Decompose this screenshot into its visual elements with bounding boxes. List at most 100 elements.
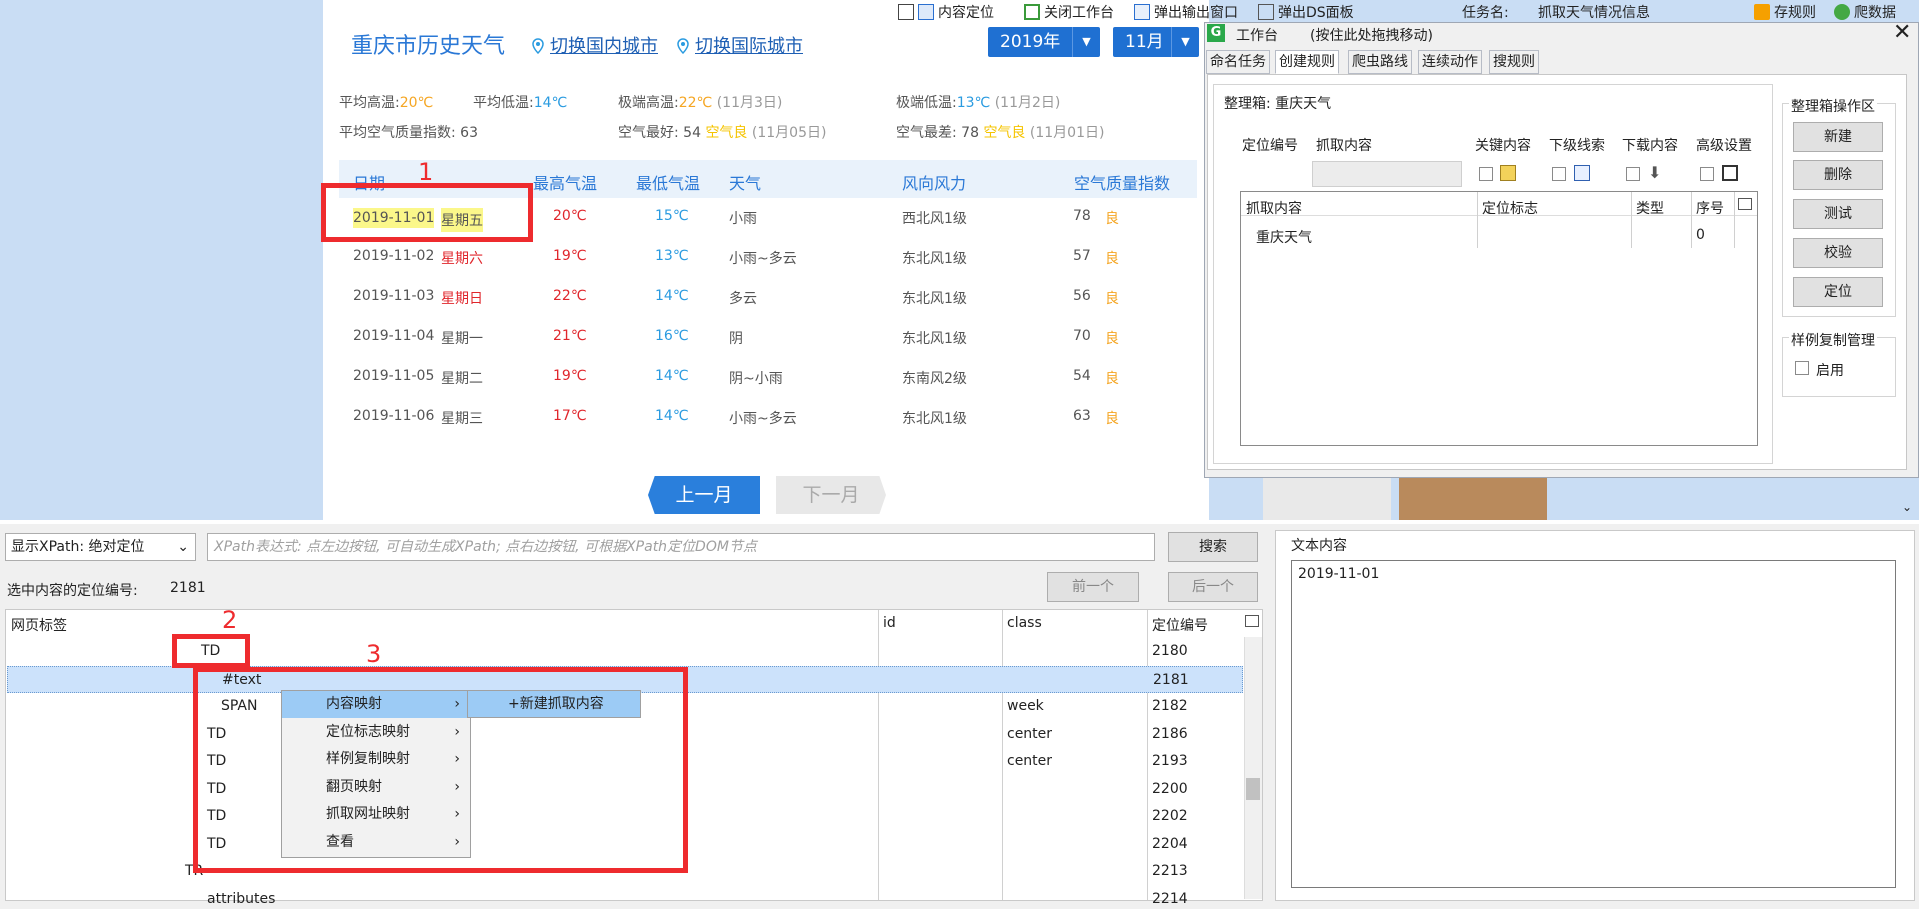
download-arrow-icon: ⬇	[1648, 163, 1662, 182]
col-aqi: 空气质量指数	[1074, 174, 1171, 193]
panel-icon	[1258, 4, 1274, 20]
weather-aqi: 78	[1073, 208, 1091, 224]
col-key-content: 关键内容	[1475, 138, 1531, 154]
key-icon	[1500, 165, 1516, 181]
weather-weekday: 星期六	[441, 251, 483, 267]
col-weather: 天气	[729, 174, 762, 193]
next-month-button[interactable]: 下一月	[776, 476, 886, 514]
rule-row-seq: 0	[1696, 227, 1705, 243]
col-high: 最高气温	[533, 174, 598, 193]
dom-node-row[interactable]: attributes 2214	[7, 886, 1243, 913]
caret-down-icon: ▼	[1171, 27, 1199, 57]
save-rule-button[interactable]: 存规则	[1754, 2, 1816, 22]
xpath-mode-select[interactable]: 显示XPath: 绝对定位 ⌄	[5, 533, 196, 561]
verify-button[interactable]: 校验	[1793, 238, 1883, 268]
weather-row: 2019-11-04 星期一 21℃ 16℃ 阴 东北风1级 70 良	[339, 318, 1197, 358]
grab-content-input[interactable]	[1312, 161, 1462, 187]
crawl-data-button[interactable]: 爬数据	[1834, 2, 1896, 22]
weather-wind: 东北风1级	[902, 411, 967, 427]
locate-content-button[interactable]: 内容定位	[918, 2, 994, 22]
weather-quality: 良	[1105, 251, 1119, 267]
weather-desc: 小雨~多云	[729, 411, 797, 427]
grid-col-no: 定位编号	[1152, 618, 1208, 634]
grid-scrollbar[interactable]	[1244, 637, 1262, 899]
tab-search-rule[interactable]: 搜规则	[1489, 50, 1539, 74]
download-checkbox[interactable]	[1626, 167, 1640, 181]
close-icon[interactable]: ✕	[1893, 20, 1911, 45]
sub-clue-checkbox[interactable]	[1552, 167, 1566, 181]
weather-low: 16℃	[655, 328, 689, 344]
next-button[interactable]: 后一个	[1168, 572, 1258, 602]
year-select[interactable]: 2019年 ▼	[988, 27, 1100, 57]
weather-low: 14℃	[655, 288, 689, 304]
chevron-down-icon[interactable]: ⌄	[1902, 500, 1912, 514]
box-label: 整理箱: 重庆天气	[1220, 91, 1336, 115]
weather-wind: 西北风1级	[902, 211, 967, 227]
new-button[interactable]: 新建	[1793, 122, 1883, 152]
workbench-title: 工作台	[1236, 28, 1278, 44]
tab-create-rule[interactable]: 创建规则	[1275, 50, 1339, 74]
weather-high: 19℃	[553, 248, 587, 264]
rule-col-flag: 定位标志	[1482, 201, 1538, 217]
rule-row-content[interactable]: 重庆天气	[1256, 227, 1312, 247]
location-pin-icon	[532, 38, 544, 54]
popup-output-button[interactable]: 弹出输出窗口	[1134, 2, 1238, 22]
weather-row: 2019-11-03 星期日 22℃ 14℃ 多云 东北风1级 56 良	[339, 278, 1197, 318]
xpath-input[interactable]: XPath表达式: 点左边按钮, 可自动生成XPath; 点右边按钮, 可根据X…	[207, 533, 1155, 561]
enable-checkbox[interactable]	[1795, 361, 1809, 375]
weather-wind: 东南风2级	[902, 371, 967, 387]
advanced-checkbox[interactable]	[1700, 167, 1714, 181]
weather-high: 21℃	[553, 328, 587, 344]
switch-domestic-link[interactable]: 切换国内城市	[532, 32, 658, 58]
stat-ext-low: 极端低温:13℃ (11月2日)	[896, 95, 1061, 111]
weather-desc: 小雨~多云	[729, 251, 797, 267]
drag-handle[interactable]: (按住此处拖拽移动)	[1310, 25, 1433, 45]
column-chooser-icon[interactable]	[1245, 615, 1259, 627]
key-content-checkbox[interactable]	[1479, 167, 1493, 181]
left-background	[0, 0, 323, 520]
search-button[interactable]: 搜索	[1168, 532, 1258, 562]
weather-date: 2019-11-03	[353, 288, 435, 304]
dom-node-no: 2180	[1152, 643, 1188, 659]
weather-date: 2019-11-04	[353, 328, 435, 344]
locate-checkbox[interactable]	[898, 4, 914, 20]
export-icon	[1134, 4, 1150, 20]
dom-node-no: 2213	[1152, 863, 1188, 879]
chevron-down-icon: ⌄	[177, 539, 189, 555]
grid-col-class: class	[1007, 615, 1042, 631]
weather-quality: 良	[1105, 211, 1119, 227]
weather-desc: 小雨	[729, 211, 757, 227]
dom-node-no: 2200	[1152, 780, 1188, 797]
weather-date: 2019-11-05	[353, 368, 435, 384]
test-button[interactable]: 测试	[1793, 199, 1883, 229]
close-workbench-button[interactable]: 关闭工作台	[1024, 2, 1114, 22]
location-pin-icon	[677, 38, 689, 54]
grid-col-id: id	[883, 615, 896, 631]
col-grab-content: 抓取内容	[1316, 138, 1372, 154]
weather-low: 13℃	[655, 248, 689, 264]
delete-button[interactable]: 删除	[1793, 160, 1883, 190]
divider	[1631, 192, 1632, 248]
weather-low: 14℃	[655, 368, 689, 384]
prev-month-button[interactable]: 上一月	[648, 476, 760, 514]
prev-button[interactable]: 前一个	[1047, 572, 1139, 602]
weather-wind: 东北风1级	[902, 331, 967, 347]
popup-ds-button[interactable]: 弹出DS面板	[1258, 2, 1354, 22]
weather-aqi: 57	[1073, 248, 1091, 264]
month-select[interactable]: 11月 ▼	[1113, 27, 1199, 57]
dom-node-class: week	[1007, 698, 1044, 714]
weather-high: 22℃	[553, 288, 587, 304]
weather-high: 19℃	[553, 368, 587, 384]
dom-node-no: 2193	[1152, 753, 1188, 769]
grid-col-tag: 网页标签	[11, 618, 67, 634]
tab-continuous-action[interactable]: 连续动作	[1418, 50, 1482, 74]
switch-intl-link[interactable]: 切换国际城市	[677, 32, 803, 58]
column-chooser-icon[interactable]	[1738, 198, 1752, 210]
tab-crawler-route[interactable]: 爬虫路线	[1348, 50, 1412, 74]
tab-name-task[interactable]: 命名任务	[1206, 50, 1270, 74]
locate-button[interactable]: 定位	[1793, 277, 1883, 307]
grid-scrollbar-thumb[interactable]	[1246, 778, 1260, 800]
text-content-box[interactable]: 2019-11-01	[1291, 560, 1896, 888]
dom-node-class: center	[1007, 753, 1053, 769]
weather-low: 14℃	[655, 408, 689, 424]
